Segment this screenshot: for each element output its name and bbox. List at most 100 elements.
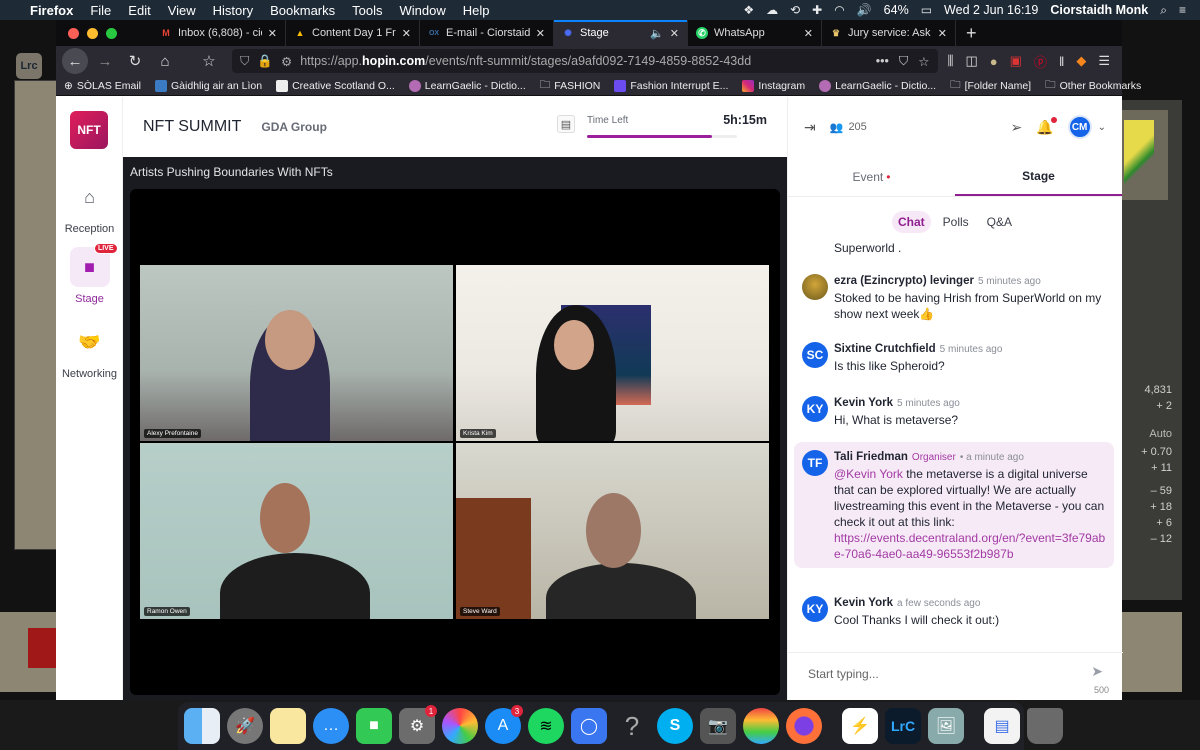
avatar[interactable]: KY bbox=[802, 396, 828, 422]
message-author[interactable]: Kevin York bbox=[834, 397, 893, 409]
photos-icon[interactable] bbox=[442, 708, 478, 744]
menu-hamburger-icon[interactable]: ☰ bbox=[1098, 53, 1110, 69]
message-author[interactable]: Kevin York bbox=[834, 597, 893, 609]
finder-icon[interactable] bbox=[184, 708, 220, 744]
bookmark-learngaelic[interactable]: LearnGaelic - Dictio... bbox=[408, 79, 526, 92]
video-stream[interactable]: Alexy Prefontaine Krista Kim Ramon Owen bbox=[130, 189, 780, 695]
bookmark-instagram[interactable]: Instagram bbox=[742, 79, 805, 92]
close-tab-icon[interactable]: ✕ bbox=[402, 27, 411, 40]
pdf-icon[interactable]: ▣ bbox=[1010, 53, 1022, 69]
avatar[interactable]: TF bbox=[802, 450, 828, 476]
menu-edit[interactable]: Edit bbox=[128, 3, 150, 18]
bookmark-solas-email[interactable]: ⊕ SÒLAS Email bbox=[64, 80, 141, 92]
grid-extension-icon[interactable]: ‖ bbox=[1059, 54, 1064, 69]
other-bookmarks[interactable]: 🗀 Other Bookmarks bbox=[1045, 77, 1141, 95]
signal-icon[interactable]: ◯ bbox=[571, 708, 607, 744]
close-tab-icon[interactable]: ✕ bbox=[670, 27, 679, 40]
nav-networking[interactable]: 🤝 Networking bbox=[56, 322, 123, 381]
tab-whatsapp[interactable]: ✆ WhatsApp ✕ bbox=[688, 20, 822, 46]
skype-icon[interactable]: S bbox=[657, 708, 693, 744]
document-icon[interactable]: ▤ bbox=[984, 708, 1020, 744]
uk-flag-icon[interactable]: ✚ bbox=[812, 3, 822, 17]
attendee-count[interactable]: 👥 205 bbox=[830, 121, 867, 134]
dropbox-icon[interactable]: ❖ bbox=[743, 3, 754, 17]
spotlight-search-icon[interactable]: ⌕ bbox=[1160, 3, 1167, 18]
tab-stage[interactable]: ✺ Stage 🔈 ✕ bbox=[554, 20, 688, 46]
save-to-pocket-list-icon[interactable]: ☆ bbox=[196, 48, 222, 74]
system-preferences-icon[interactable]: ⚙ 1 bbox=[399, 705, 437, 744]
event-organiser[interactable]: GDA Group bbox=[261, 120, 327, 134]
notifications-bell-icon[interactable]: 🔔 bbox=[1036, 116, 1057, 136]
bookmark-star-icon[interactable]: ☆ bbox=[918, 54, 929, 69]
clock[interactable]: Wed 2 Jun 16:19 bbox=[944, 3, 1038, 17]
message-author[interactable]: ezra (Ezincrypto) levinger bbox=[834, 275, 974, 287]
new-tab-button[interactable]: + bbox=[956, 20, 987, 46]
lightroom-thumbnail[interactable] bbox=[28, 628, 56, 668]
close-tab-icon[interactable]: ✕ bbox=[804, 27, 813, 40]
user-avatar[interactable]: CM bbox=[1067, 115, 1092, 139]
pinterest-icon[interactable]: ⓟ bbox=[1034, 52, 1047, 71]
metamask-fox-icon[interactable]: ◆ bbox=[1076, 53, 1086, 69]
tab-jury-service[interactable]: ♛ Jury service: Ask to ch ✕ bbox=[822, 20, 956, 46]
avatar[interactable]: SC bbox=[802, 342, 828, 368]
chevron-down-icon[interactable]: ⌄ bbox=[1098, 122, 1106, 133]
menu-help[interactable]: Help bbox=[463, 3, 490, 18]
notes-icon[interactable] bbox=[270, 708, 306, 744]
messenger-icon[interactable]: ⚡ bbox=[842, 708, 878, 744]
bookmark-learngaelic-2[interactable]: LearnGaelic - Dictio... bbox=[819, 79, 936, 92]
time-machine-icon[interactable]: ⟲ bbox=[790, 3, 800, 17]
collapse-panel-icon[interactable]: ⇥ bbox=[804, 119, 816, 136]
subtab-polls[interactable]: Polls bbox=[937, 211, 975, 233]
menu-tools[interactable]: Tools bbox=[352, 3, 382, 18]
cloud-icon[interactable]: ☁ bbox=[766, 3, 778, 17]
nav-stage[interactable]: ■ LIVE Stage bbox=[56, 243, 123, 305]
forward-button[interactable]: → bbox=[92, 48, 118, 74]
url-bar[interactable]: ⛉ 🔒 ⚙ https://app.hopin.com/events/nft-s… bbox=[232, 49, 938, 73]
subtab-qa[interactable]: Q&A bbox=[981, 211, 1018, 233]
colour-icon[interactable] bbox=[743, 708, 779, 744]
calendar-icon[interactable]: ▤ bbox=[557, 115, 575, 133]
bookmark-creative-scotland[interactable]: Creative Scotland O... bbox=[276, 79, 395, 92]
message-author[interactable]: Tali Friedman bbox=[834, 451, 908, 463]
menu-file[interactable]: File bbox=[90, 3, 111, 18]
sidebar-icon[interactable]: ◫ bbox=[966, 53, 978, 69]
close-tab-icon[interactable]: ✕ bbox=[536, 27, 545, 40]
lightroom-classic-icon[interactable]: LrC bbox=[885, 708, 921, 744]
launchpad-icon[interactable]: 🚀 bbox=[227, 708, 263, 744]
trash-icon[interactable] bbox=[1027, 708, 1063, 744]
menu-history[interactable]: History bbox=[213, 3, 253, 18]
wifi-icon[interactable]: ◠ bbox=[834, 3, 844, 17]
tab-gmail[interactable]: M Inbox (6,808) - ciorstai ✕ bbox=[152, 20, 286, 46]
facetime-icon[interactable]: ■ bbox=[356, 708, 392, 744]
home-button[interactable]: ⌂ bbox=[152, 48, 178, 74]
firefox-icon[interactable] bbox=[786, 708, 822, 744]
bookmark-gaidhlig[interactable]: Gàidhlig air an Lìon bbox=[155, 79, 262, 92]
tab-stage-chat[interactable]: Stage bbox=[955, 157, 1122, 196]
chat-messages[interactable]: Superworld . ezra (Ezincrypto) levinger 5… bbox=[788, 232, 1123, 652]
battery-icon[interactable]: ▭ bbox=[921, 3, 932, 17]
back-button[interactable]: ← bbox=[62, 48, 88, 74]
mention-link[interactable]: @Kevin York bbox=[834, 467, 903, 481]
screenshot-camera-icon[interactable]: 📷 bbox=[700, 708, 736, 744]
nav-reception[interactable]: ⌂ Reception bbox=[56, 177, 123, 236]
close-window-button[interactable] bbox=[68, 27, 79, 39]
help-question-icon[interactable]: ? bbox=[614, 708, 650, 744]
chat-input[interactable]: Start typing... ➤ 500 bbox=[788, 652, 1123, 700]
tab-drive[interactable]: ▲ Content Day 1 Friday 21 ✕ bbox=[286, 20, 420, 46]
bookmark-fashion-folder[interactable]: 🗀 FASHION bbox=[540, 77, 601, 95]
battery-percent[interactable]: 64% bbox=[884, 3, 909, 17]
tab-email[interactable]: OX E-mail - Ciorstaidh Mon ✕ bbox=[420, 20, 554, 46]
preview-icon[interactable]: 🖼 bbox=[928, 708, 964, 744]
menu-view[interactable]: View bbox=[168, 3, 196, 18]
tab-event[interactable]: Event • bbox=[788, 157, 955, 196]
event-logo[interactable]: NFT bbox=[70, 111, 108, 149]
close-tab-icon[interactable]: ✕ bbox=[268, 27, 277, 40]
shield-icon[interactable]: ⛉ bbox=[240, 54, 249, 69]
bookmark-folder-name[interactable]: 🗀 [Folder Name] bbox=[950, 77, 1031, 95]
menu-bookmarks[interactable]: Bookmarks bbox=[270, 3, 335, 18]
lock-icon[interactable]: 🔒 bbox=[257, 54, 273, 69]
subtab-chat[interactable]: Chat bbox=[891, 211, 931, 233]
reload-button[interactable]: ↻ bbox=[122, 48, 148, 74]
permissions-icon[interactable]: ⚙ bbox=[281, 54, 292, 69]
close-tab-icon[interactable]: ✕ bbox=[938, 27, 947, 40]
